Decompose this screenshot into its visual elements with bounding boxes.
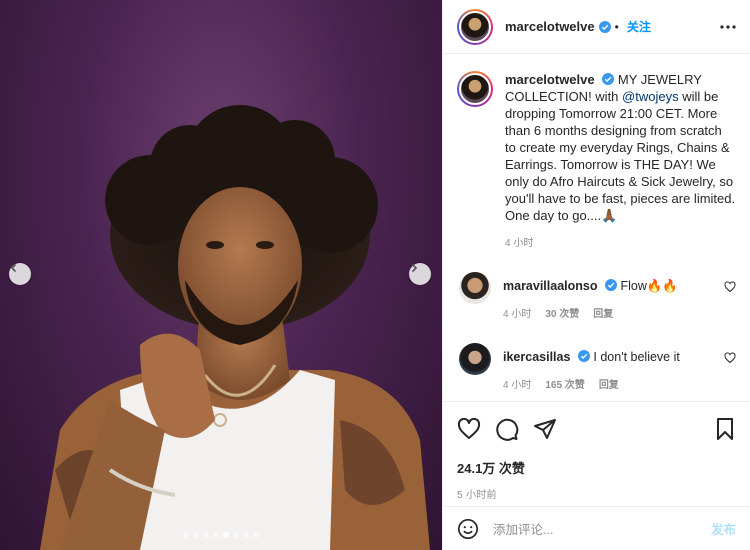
comment-reply-button[interactable]: 回复 xyxy=(593,306,613,323)
post-actions: 24.1万 次赞 5 小时前 xyxy=(443,401,750,501)
caption-username[interactable]: marcelotwelve xyxy=(505,72,595,87)
like-count[interactable]: 24.1万 次赞 xyxy=(457,458,736,477)
comment-input[interactable]: 添加评论... xyxy=(493,519,711,538)
carousel-dot xyxy=(183,532,189,538)
post-photo[interactable] xyxy=(0,0,442,550)
comment-time: 4 小时 xyxy=(503,380,532,391)
comment-likes[interactable]: 30 次赞 xyxy=(545,306,579,323)
smile-icon[interactable] xyxy=(457,518,479,540)
caption-avatar[interactable] xyxy=(457,71,493,107)
comment-item: maravillaalonso Flow🔥🔥 4 小时 30 次赞 回复 xyxy=(457,272,736,323)
follow-separator: • xyxy=(614,19,619,34)
comment-bubble-icon[interactable] xyxy=(495,417,519,441)
author-avatar[interactable] xyxy=(457,8,493,45)
comment-text: I don't believe it xyxy=(593,350,680,364)
comment-like-icon[interactable] xyxy=(724,351,736,369)
chevron-right-icon xyxy=(411,263,418,273)
post-header: marcelotwelve • 关注 xyxy=(443,0,750,54)
caption-time: 4 小时 xyxy=(505,238,534,249)
bookmark-icon[interactable] xyxy=(714,417,736,441)
carousel-dot xyxy=(233,532,239,538)
carousel-dot xyxy=(203,532,209,538)
comment-likes[interactable]: 165 次赞 xyxy=(545,377,584,394)
verified-badge-icon xyxy=(598,20,611,33)
carousel-dot xyxy=(243,532,249,538)
photo-illustration xyxy=(40,105,430,550)
author-username[interactable]: marcelotwelve xyxy=(505,19,595,34)
post-timestamp: 5 小时前 xyxy=(457,490,497,501)
heart-icon[interactable] xyxy=(457,417,481,441)
verified-badge-icon xyxy=(604,279,617,291)
verified-badge-icon xyxy=(602,73,615,85)
carousel-dot xyxy=(193,532,199,538)
comment-composer: 添加评论... 发布 xyxy=(443,506,750,550)
comment-username[interactable]: ikercasillas xyxy=(503,350,570,364)
comment-reply-button[interactable]: 回复 xyxy=(599,377,619,394)
comment-like-icon[interactable] xyxy=(724,280,736,298)
carousel-dot xyxy=(253,532,259,538)
carousel-dot xyxy=(223,532,229,538)
comments-section[interactable]: marcelotwelve MY JEWELRY COLLECTION! wit… xyxy=(443,55,750,400)
paper-plane-icon[interactable] xyxy=(533,417,557,441)
caption-rest: will be dropping Tomorrow 21:00 CET. Mor… xyxy=(505,89,736,223)
verified-badge-icon xyxy=(577,350,590,362)
carousel-dot xyxy=(213,532,219,538)
carousel-indicator xyxy=(0,532,442,538)
caption-mention-link[interactable]: @twojeys xyxy=(622,89,679,104)
post-sidebar: marcelotwelve • 关注 marcelotwelve MY JEWE… xyxy=(442,0,750,550)
comment-text: Flow🔥🔥 xyxy=(620,279,678,293)
more-options-icon[interactable] xyxy=(720,24,736,29)
follow-button[interactable]: 关注 xyxy=(627,18,651,35)
comment-item: ikercasillas I don't believe it 4 小时 165… xyxy=(457,343,736,394)
caption-text: marcelotwelve MY JEWELRY COLLECTION! wit… xyxy=(505,71,736,224)
post-caption: marcelotwelve MY JEWELRY COLLECTION! wit… xyxy=(457,71,736,252)
comment-avatar[interactable] xyxy=(459,272,491,304)
chevron-left-icon xyxy=(10,263,17,273)
comment-time: 4 小时 xyxy=(503,309,532,320)
carousel-prev-button[interactable] xyxy=(9,263,31,285)
comment-avatar[interactable] xyxy=(459,343,491,375)
carousel-next-button[interactable] xyxy=(409,263,431,285)
comment-username[interactable]: maravillaalonso xyxy=(503,279,598,293)
post-comment-button[interactable]: 发布 xyxy=(711,519,736,538)
